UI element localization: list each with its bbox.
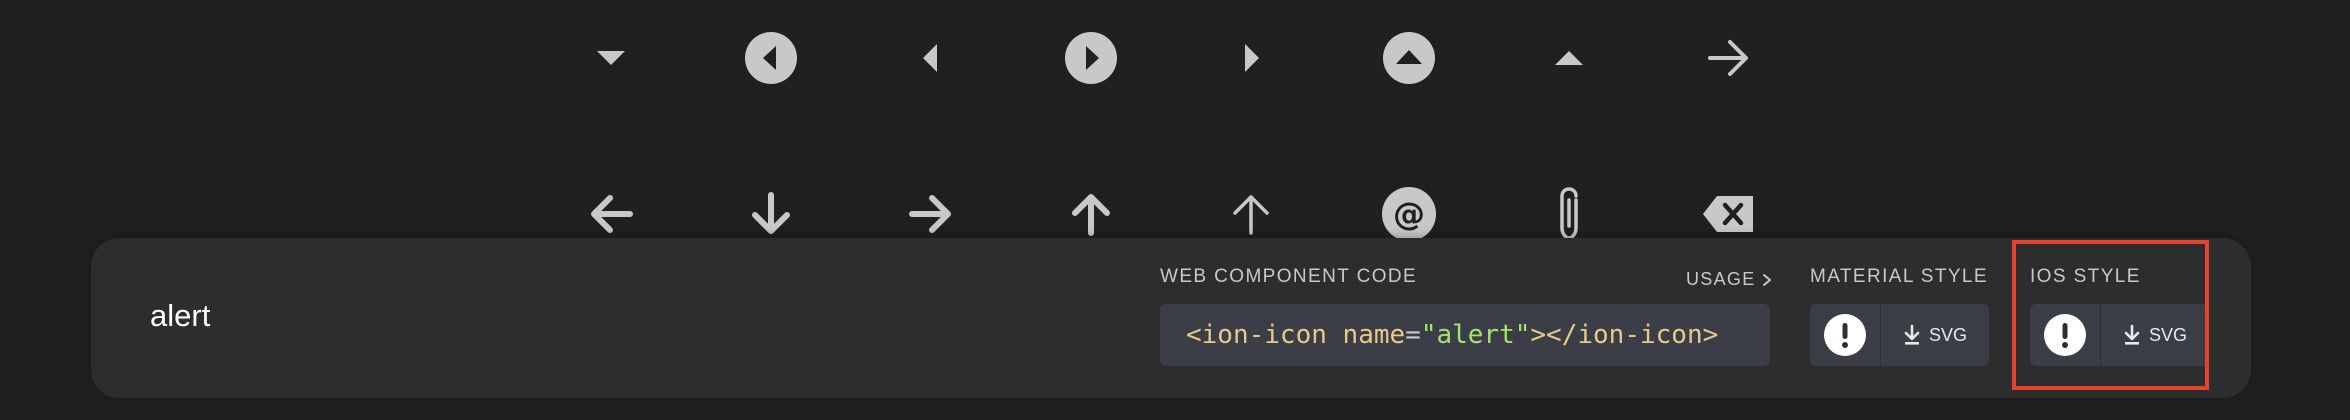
ios-style-buttons: SVG <box>2030 304 2209 366</box>
usage-link-label: USAGE <box>1686 269 1756 289</box>
ios-alert-preview-button[interactable] <box>2030 304 2101 366</box>
alert-circle-icon <box>2044 314 2086 356</box>
alert-circle-icon <box>1824 314 1866 356</box>
ios-svg-label: SVG <box>2148 324 2187 345</box>
code-equals: = <box>1405 320 1421 350</box>
caret-down-icon[interactable] <box>571 18 651 98</box>
svg-text:@: @ <box>1393 195 1425 233</box>
ios-svg-download-button[interactable]: SVG <box>2101 304 2209 366</box>
icon-browser: @ alert WEB COMPONENT CODE USAGE <ion-ic… <box>0 0 2350 420</box>
material-svg-download-button[interactable]: SVG <box>1881 304 1989 366</box>
web-component-label: WEB COMPONENT CODE <box>1160 266 1418 287</box>
usage-link[interactable]: USAGE <box>1686 269 1772 290</box>
download-icon <box>2124 324 2140 345</box>
material-alert-preview-button[interactable] <box>1810 304 1881 366</box>
material-style-label: MATERIAL STYLE <box>1810 266 1988 287</box>
icon-detail-panel: alert WEB COMPONENT CODE USAGE <ion-icon… <box>91 238 2251 398</box>
code-attr-value: "alert" <box>1420 320 1531 350</box>
arrow-forward-icon[interactable] <box>1689 18 1769 98</box>
code-attr-name: name <box>1342 320 1406 350</box>
caret-forward-icon[interactable] <box>1211 18 1291 98</box>
material-svg-label: SVG <box>1928 324 1967 345</box>
chevron-right-icon <box>1762 273 1771 286</box>
caret-back-circle-icon[interactable] <box>731 18 811 98</box>
download-icon <box>1904 324 1920 345</box>
caret-up-icon[interactable] <box>1529 18 1609 98</box>
caret-up-circle-icon[interactable] <box>1369 18 1449 98</box>
code-close-tag: ></ion-icon> <box>1530 320 1719 350</box>
caret-forward-circle-icon[interactable] <box>1051 18 1131 98</box>
material-style-buttons: SVG <box>1810 304 1989 366</box>
ios-style-label: IOS STYLE <box>2030 266 2141 287</box>
web-component-code[interactable]: <ion-icon name = "alert" ></ion-icon> <box>1160 304 1770 366</box>
caret-back-icon[interactable] <box>891 18 971 98</box>
code-open-tag: <ion-icon <box>1186 320 1327 350</box>
selected-icon-name: alert <box>150 298 211 333</box>
